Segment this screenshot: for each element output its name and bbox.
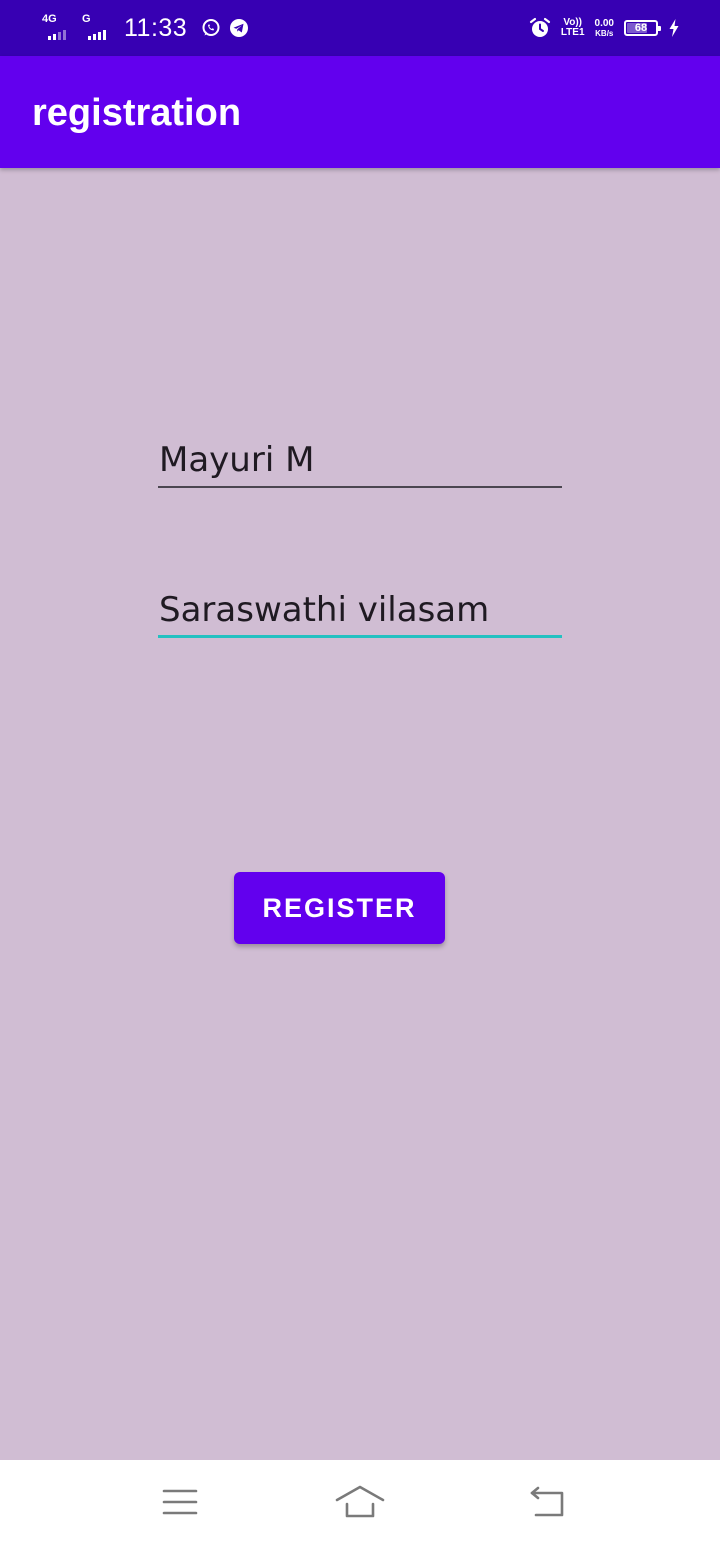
address-field[interactable] [158, 584, 562, 638]
status-bar-left: 4G G 11:33 [42, 0, 249, 56]
whatsapp-icon [201, 18, 221, 38]
app-bar: registration [0, 56, 720, 168]
back-icon [530, 1486, 564, 1517]
menu-button[interactable] [154, 1480, 206, 1524]
network-4g-signal: 4G [42, 14, 74, 42]
volte-bottom-label: LTE1 [560, 27, 585, 38]
back-button[interactable] [522, 1480, 574, 1524]
signal-icon [88, 30, 106, 40]
name-field[interactable] [158, 434, 562, 488]
network-g-label: G [82, 13, 91, 25]
network-g-signal: G [82, 14, 114, 42]
register-button[interactable]: REGISTER [234, 872, 445, 944]
status-bar-right: Vo)) LTE1 0.00 KB/s 68 [529, 0, 680, 56]
alarm-icon [529, 17, 551, 39]
home-icon [335, 1485, 385, 1518]
battery-icon: 68 [624, 20, 661, 36]
signal-icon [48, 30, 66, 40]
volte-indicator: Vo)) LTE1 [561, 18, 585, 38]
page-title: registration [32, 92, 242, 134]
status-time: 11:33 [124, 13, 188, 42]
navigation-bar [0, 1460, 720, 1544]
status-bar: 4G G 11:33 Vo)) LTE1 0.00 KB/s 68 [0, 0, 720, 56]
menu-icon [162, 1489, 198, 1515]
telegram-icon [229, 18, 249, 38]
network-speed-unit: KB/s [595, 28, 614, 38]
charging-icon [668, 18, 680, 38]
battery-level: 68 [634, 21, 648, 34]
home-button[interactable] [334, 1480, 386, 1524]
network-speed-value: 0.00 [594, 17, 614, 29]
network-speed: 0.00 KB/s [594, 17, 614, 38]
network-4g-label: 4G [42, 13, 57, 25]
